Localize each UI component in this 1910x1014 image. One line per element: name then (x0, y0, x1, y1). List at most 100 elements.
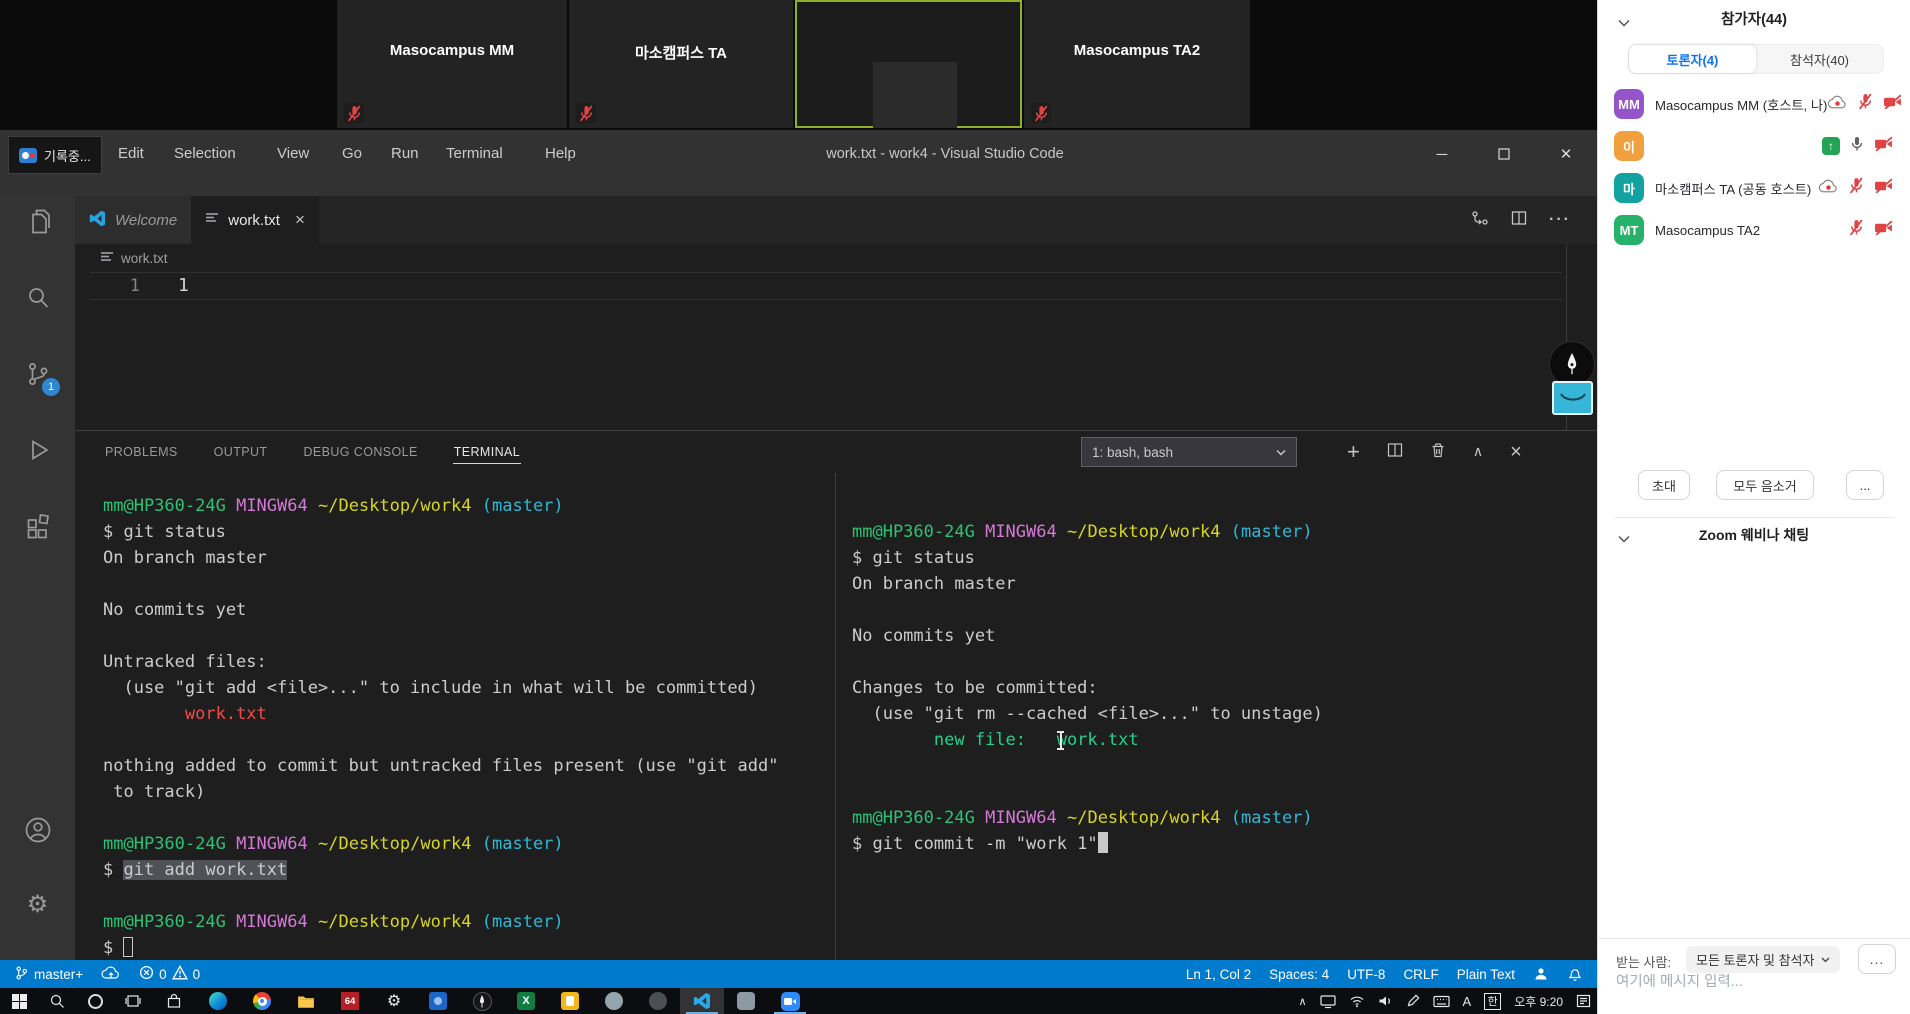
tray-display-icon[interactable] (1320, 994, 1336, 1009)
close-panel-icon[interactable]: × (1510, 441, 1522, 464)
terminal-split-divider[interactable] (835, 473, 836, 960)
split-terminal-icon[interactable] (1387, 442, 1403, 463)
taskbar-start-icon[interactable] (0, 988, 38, 1014)
status-publish[interactable] (101, 965, 121, 984)
status-ln[interactable]: Ln 1, Col 2 (1186, 967, 1251, 982)
panel-tab-debug-console[interactable]: DEBUG CONSOLE (302, 441, 418, 463)
more-actions-icon[interactable]: ··· (1549, 211, 1571, 229)
tray-clock-icon[interactable]: 오후 9:20 (1514, 993, 1563, 1010)
chat-more-button[interactable]: ... (1858, 944, 1896, 974)
terminal-pane-left[interactable]: mm@HP360-24G MINGW64 ~/Desktop/work4 (ma… (103, 473, 808, 960)
video-tile[interactable]: 마소캠퍼스 TA (569, 0, 793, 128)
activity-source-control[interactable]: 1 (0, 348, 75, 400)
mute-all-button[interactable]: 모두 음소거 (1716, 470, 1814, 500)
menu-terminal[interactable]: Terminal (446, 130, 503, 178)
activity-search[interactable] (0, 272, 75, 324)
tray-volume-icon[interactable] (1378, 994, 1393, 1008)
taskbar-app-gray-icon[interactable] (592, 988, 636, 1014)
taskbar-excel-icon[interactable]: X (504, 988, 548, 1014)
status-crlf[interactable]: CRLF (1403, 967, 1438, 982)
more-button[interactable]: ... (1846, 470, 1884, 500)
participant-row[interactable]: MTMasocampus TA2 (1598, 210, 1910, 250)
maximize-panel-icon[interactable]: ∧ (1473, 443, 1483, 461)
taskbar-search-icon[interactable] (38, 988, 76, 1014)
tray-pen-icon[interactable] (1406, 994, 1420, 1008)
new-terminal-icon[interactable]: + (1347, 439, 1360, 465)
panel-tab-terminal[interactable]: TERMINAL (453, 441, 521, 464)
chat-message-input[interactable] (1616, 974, 1876, 990)
breadcrumb[interactable]: work.txt (75, 244, 1597, 272)
taskbar-file-explorer-icon[interactable] (284, 988, 328, 1014)
menu-help[interactable]: Help (545, 130, 576, 178)
taskbar-app-blue-icon[interactable] (416, 988, 460, 1014)
taskbar-vscode-icon[interactable] (680, 988, 724, 1014)
activity-settings[interactable]: ⚙ (0, 878, 75, 930)
taskbar-chrome-icon[interactable] (240, 988, 284, 1014)
taskbar-epic-pen-icon[interactable] (460, 988, 504, 1014)
activity-explorer[interactable] (0, 196, 75, 248)
status-spaces[interactable]: Spaces: 4 (1269, 967, 1329, 982)
video-tile[interactable]: Masocampus MM (337, 0, 567, 128)
tab-work-txt[interactable]: work.txt× (191, 196, 319, 244)
taskbar-cortana-icon[interactable] (76, 988, 114, 1014)
tray-lang-icon[interactable]: A (1463, 994, 1472, 1009)
terminal-selector-dropdown[interactable]: 1: bash, bash (1081, 437, 1297, 467)
taskbar-edge-icon[interactable] (196, 988, 240, 1014)
taskbar-app-64-icon[interactable]: 64 (328, 988, 372, 1014)
participant-row[interactable]: MMMasocampus MM (호스트, 나) (1598, 84, 1910, 124)
participant-row[interactable]: 마마소캠퍼스 TA (공동 호스트) (1598, 168, 1910, 208)
taskbar-app-dark-icon[interactable] (636, 988, 680, 1014)
activity-bar: 1⚙ (0, 196, 75, 960)
tray-notifications-icon[interactable] (1576, 994, 1591, 1008)
participants-title: 참가자(44) (1598, 8, 1910, 29)
terminal-pane-right[interactable]: mm@HP360-24G MINGW64 ~/Desktop/work4 (ma… (852, 473, 1589, 960)
kill-terminal-icon[interactable] (1430, 442, 1446, 463)
menu-go[interactable]: Go (342, 130, 362, 178)
minimize-button[interactable]: ─ (1411, 130, 1473, 178)
split-editor-icon[interactable] (1511, 210, 1527, 231)
participants-tab-attendees[interactable]: 참석자(40) (1756, 45, 1883, 73)
bell-icon[interactable] (1567, 966, 1583, 982)
panel-tab-output[interactable]: OUTPUT (213, 441, 269, 463)
video-tile[interactable] (795, 0, 1022, 128)
tab-welcome[interactable]: Welcome (75, 196, 191, 244)
close-button[interactable]: ✕ (1535, 130, 1597, 178)
participants-tab-panelists[interactable]: 토론자(4) (1629, 45, 1756, 73)
vscode-logo-icon (89, 210, 106, 231)
invite-button[interactable]: 초대 (1638, 470, 1690, 500)
tray-wifi-icon[interactable] (1349, 994, 1365, 1008)
close-tab-icon[interactable]: × (295, 210, 305, 230)
menu-run[interactable]: Run (391, 130, 419, 178)
taskbar-task-view-icon[interactable] (114, 988, 152, 1014)
text-file-icon (100, 250, 114, 267)
code-line: 1 (178, 272, 189, 300)
tray-tray-expand-icon[interactable]: ∧ (1298, 995, 1306, 1008)
menu-selection[interactable]: Selection (174, 130, 236, 178)
panel-tab-problems[interactable]: PROBLEMS (104, 441, 179, 463)
editor[interactable]: 1 1 (75, 272, 1597, 430)
status-plain[interactable]: Plain Text (1457, 967, 1515, 982)
taskbar-app-yellow-icon[interactable] (548, 988, 592, 1014)
chat-recipient-dropdown[interactable]: 모든 토론자 및 참석자 (1686, 946, 1840, 973)
epic-pen-toolbar-button[interactable] (1552, 381, 1593, 415)
taskbar-app-gray-2-icon[interactable] (724, 988, 768, 1014)
current-line-highlight (90, 272, 1562, 300)
status-problems[interactable]: 0 0 (139, 965, 200, 983)
tray-touch-keyboard-icon[interactable] (1433, 995, 1450, 1008)
maximize-button[interactable] (1473, 130, 1535, 178)
feedback-icon[interactable] (1533, 966, 1549, 982)
activity-run-debug[interactable] (0, 424, 75, 476)
activity-extensions[interactable] (0, 500, 75, 552)
menu-edit[interactable]: Edit (118, 130, 144, 178)
status-branch[interactable]: master+ (14, 965, 83, 984)
tray-ime-icon[interactable]: 한 (1484, 993, 1501, 1010)
participant-row[interactable]: 이↑ (1598, 126, 1910, 166)
activity-account[interactable] (0, 804, 75, 856)
taskbar-store-icon[interactable] (152, 988, 196, 1014)
status-utf-8[interactable]: UTF-8 (1347, 967, 1385, 982)
video-tile[interactable]: Masocampus TA2 (1024, 0, 1250, 128)
taskbar-settings-icon[interactable]: ⚙ (372, 988, 416, 1014)
menu-view[interactable]: View (277, 130, 309, 178)
taskbar-zoom-icon[interactable] (768, 988, 812, 1014)
open-changes-icon[interactable] (1471, 210, 1489, 231)
